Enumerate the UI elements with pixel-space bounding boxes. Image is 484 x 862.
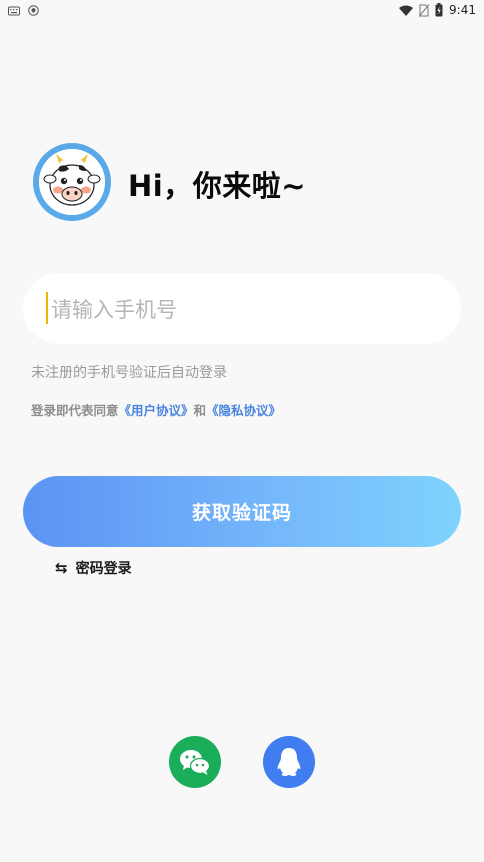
agreement-conjunction: 和 [193,403,207,418]
status-time: 9:41 [449,3,476,17]
password-login-label: 密码登录 [75,561,132,577]
wechat-login-button[interactable] [169,736,221,788]
shield-icon [28,5,39,16]
greeting-title: Hi，你来啦~ [128,169,307,203]
qq-login-button[interactable] [263,736,315,788]
battery-charging-icon [435,3,443,17]
qq-icon [277,748,301,776]
user-agreement-link[interactable]: 《用户协议》 [119,403,194,418]
phone-number-input[interactable] [49,291,433,329]
wifi-icon [399,5,414,16]
cow-face-icon [39,149,105,215]
privacy-policy-link[interactable]: 《隐私协议》 [206,403,281,418]
get-verification-code-button[interactable]: 获取验证码 [23,476,461,547]
swap-arrows-icon: ⇆ [55,558,68,577]
password-login-button[interactable]: ⇆ 密码登录 [55,558,132,578]
cow-avatar-icon [33,143,111,221]
wechat-icon [180,750,211,775]
keyboard-icon [8,6,20,15]
text-cursor [46,292,48,324]
agreement-notice: 登录即代表同意《用户协议》和《隐私协议》 [31,400,281,419]
phone-input-container[interactable] [23,273,461,344]
agreement-prefix: 登录即代表同意 [31,403,119,418]
no-sim-icon [419,3,430,17]
status-bar: 9:41 [0,0,484,22]
auto-register-hint: 未注册的手机号验证后自动登录 [31,365,227,381]
